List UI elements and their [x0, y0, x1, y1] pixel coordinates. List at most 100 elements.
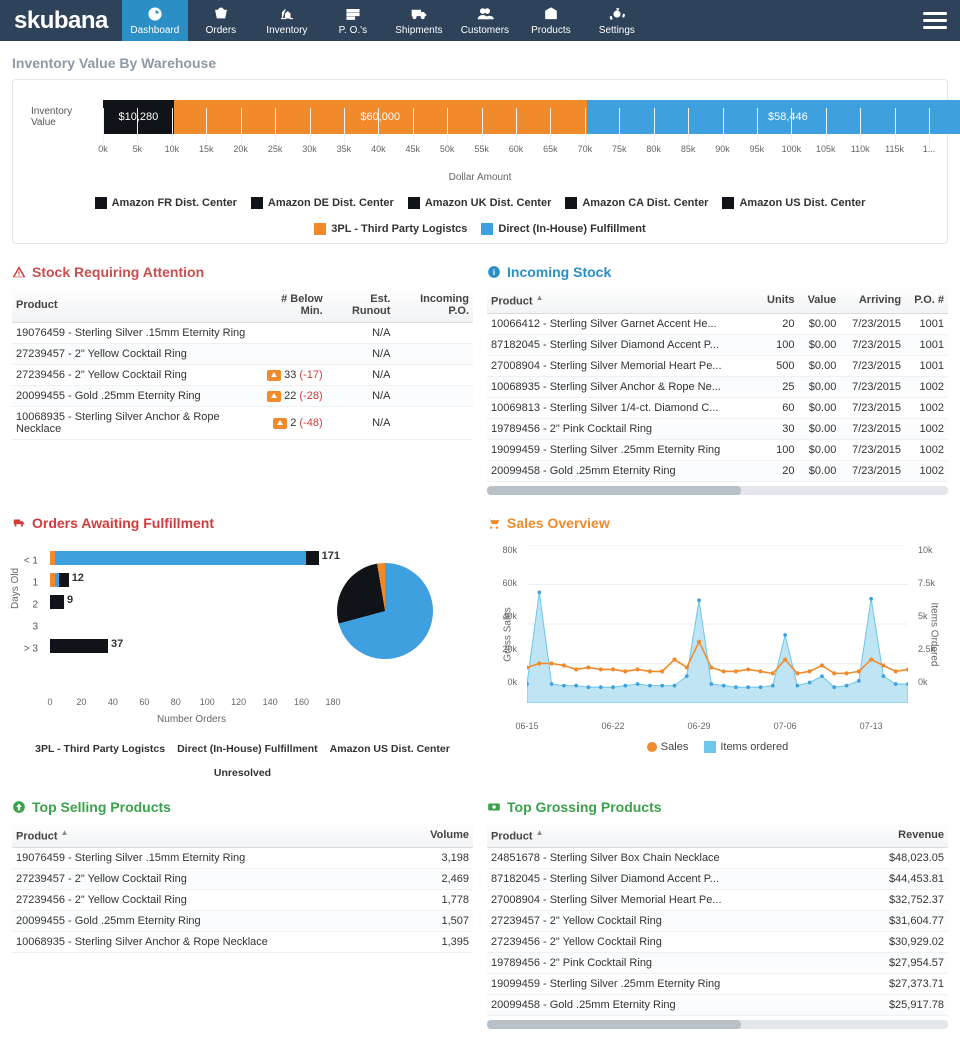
svg-text:i: i [493, 268, 495, 277]
orders-icon [212, 5, 230, 23]
panel-title-incoming-stock: i Incoming Stock [487, 264, 948, 280]
sales-legend: Sales Items ordered [487, 741, 948, 753]
ivw-segment: $58,446 [587, 100, 960, 134]
ivw-xaxis-title: Dollar Amount [31, 172, 929, 183]
table-row[interactable]: 27239456 - 2" Yellow Cocktail Ring33 (-1… [12, 365, 473, 386]
table-scrollbar[interactable] [487, 486, 948, 495]
nav-orders[interactable]: Orders [188, 0, 254, 41]
legend-item: Amazon UK Dist. Center [408, 197, 552, 209]
orders-legend: 3PL - Third Party LogistcsDirect (In-Hou… [12, 743, 473, 779]
panel-title-inventory-value: Inventory Value By Warehouse [12, 55, 948, 71]
legend-item: Direct (In-House) Fulfillment [481, 223, 645, 235]
table-row[interactable]: 27239457 - 2" Yellow Cocktail Ring2,469 [12, 869, 473, 890]
table-incoming-stock: Product ▲ Units Value Arriving P.O. # 10… [487, 288, 948, 482]
warning-icon [267, 370, 281, 381]
table-row[interactable]: 20099458 - Gold .25mm Eternity Ring20$0.… [487, 460, 948, 481]
table-row[interactable]: 27239456 - 2" Yellow Cocktail Ring$30,92… [487, 932, 948, 953]
orders-awaiting-chart: Days Old < 1123> 3 17112937 020406080100… [12, 539, 473, 739]
col-value[interactable]: Value [799, 288, 841, 313]
table-row[interactable]: 19076459 - Sterling Silver .15mm Eternit… [12, 848, 473, 869]
table-row[interactable]: 10068935 - Sterling Silver Anchor & Rope… [12, 932, 473, 953]
products-icon [542, 5, 560, 23]
nav-shipments[interactable]: Shipments [386, 0, 452, 41]
table-row[interactable]: 10068935 - Sterling Silver Anchor & Rope… [487, 376, 948, 397]
table-stock-attention: Product # Below Min. Est. Runout Incomin… [12, 288, 473, 440]
table-row[interactable]: 27008904 - Sterling Silver Memorial Hear… [487, 355, 948, 376]
col-below-min[interactable]: # Below Min. [255, 288, 327, 323]
cart-icon [487, 516, 501, 530]
table-row[interactable]: 19789456 - 2" Pink Cocktail Ring$27,954.… [487, 953, 948, 974]
legend-item: Amazon US Dist. Center [722, 197, 865, 209]
table-row[interactable]: 27239457 - 2" Yellow Cocktail RingN/A [12, 344, 473, 365]
p. o.'s-icon [344, 5, 362, 23]
nav-p-o-s[interactable]: P. O.'s [320, 0, 386, 41]
money-icon [487, 800, 501, 814]
nav-dashboard[interactable]: Dashboard [122, 0, 188, 41]
orders-pie-chart [337, 563, 433, 659]
truck-icon [12, 516, 26, 530]
table-row[interactable]: 19099459 - Sterling Silver .25mm Eternit… [487, 974, 948, 995]
sales-overview-chart: Gross SalesItems Ordered 80k60k40k20k0k1… [487, 539, 948, 739]
table-row[interactable]: 87182045 - Sterling Silver Diamond Accen… [487, 869, 948, 890]
arrow-up-icon [12, 800, 26, 814]
col-product[interactable]: Product ▲ [487, 288, 758, 313]
panel-title-stock-attention: Stock Requiring Attention [12, 264, 473, 280]
table-row[interactable]: 24851678 - Sterling Silver Box Chain Nec… [487, 848, 948, 869]
ivw-segment: $60,000 [174, 100, 587, 134]
settings-icon [608, 5, 626, 23]
menu-icon[interactable] [910, 0, 960, 41]
table-row[interactable]: 10068935 - Sterling Silver Anchor & Rope… [12, 407, 473, 440]
dashboard-icon [146, 5, 164, 23]
table-row[interactable]: 20099458 - Gold .25mm Eternity Ring$25,9… [487, 995, 948, 1016]
table-row[interactable]: 10066412 - Sterling Silver Garnet Accent… [487, 313, 948, 334]
warning-icon [273, 418, 287, 429]
col-units[interactable]: Units [758, 288, 798, 313]
table-row[interactable]: 20099455 - Gold .25mm Eternity Ring1,507 [12, 911, 473, 932]
table-scrollbar[interactable] [487, 1020, 948, 1029]
panel-title-orders-awaiting: Orders Awaiting Fulfillment [12, 515, 473, 531]
ivw-legend: Amazon FR Dist. Center Amazon DE Dist. Ce… [31, 197, 929, 235]
col-po[interactable]: P.O. # [905, 288, 948, 313]
customers-icon [476, 5, 494, 23]
col-product[interactable]: Product ▲ [12, 823, 403, 848]
nav-settings[interactable]: Settings [584, 0, 650, 41]
nav-inventory[interactable]: Inventory [254, 0, 320, 41]
inventory-value-chart: Inventory Value $10,280$60,000$58,446 0k… [12, 79, 948, 244]
inventory-icon [278, 5, 296, 23]
table-top-grossing: Product ▲ Revenue 24851678 - Sterling Si… [487, 823, 948, 1017]
warning-icon [12, 265, 26, 279]
info-icon: i [487, 265, 501, 279]
top-nav: DashboardOrdersInventoryP. O.'sShipments… [122, 0, 650, 41]
warning-icon [267, 391, 281, 402]
panel-title-top-grossing: Top Grossing Products [487, 799, 948, 815]
table-top-selling: Product ▲ Volume 19076459 - Sterling Sil… [12, 823, 473, 954]
table-row[interactable]: 19099459 - Sterling Silver .25mm Eternit… [487, 439, 948, 460]
table-row[interactable]: 87182045 - Sterling Silver Diamond Accen… [487, 334, 948, 355]
table-row[interactable]: 20099455 - Gold .25mm Eternity Ring22 (-… [12, 386, 473, 407]
col-incoming-po[interactable]: Incoming P.O. [394, 288, 473, 323]
table-row[interactable]: 19789456 - 2" Pink Cocktail Ring30$0.007… [487, 418, 948, 439]
legend-item: Amazon FR Dist. Center [95, 197, 237, 209]
topbar: skubana DashboardOrdersInventoryP. O.'sS… [0, 0, 960, 41]
col-volume[interactable]: Volume [403, 823, 474, 848]
table-row[interactable]: 27239457 - 2" Yellow Cocktail Ring$31,60… [487, 911, 948, 932]
legend-item: 3PL - Third Party Logistcs [314, 223, 467, 235]
shipments-icon [410, 5, 428, 23]
ivw-segment: $10,280 [103, 100, 174, 134]
col-product[interactable]: Product ▲ [487, 823, 852, 848]
nav-products[interactable]: Products [518, 0, 584, 41]
table-row[interactable]: 27239456 - 2" Yellow Cocktail Ring1,778 [12, 890, 473, 911]
col-product[interactable]: Product [12, 288, 255, 323]
table-row[interactable]: 27008904 - Sterling Silver Memorial Hear… [487, 890, 948, 911]
table-row[interactable]: 10069813 - Sterling Silver 1/4-ct. Diamo… [487, 397, 948, 418]
panel-title-top-selling: Top Selling Products [12, 799, 473, 815]
legend-item: Amazon CA Dist. Center [565, 197, 708, 209]
ivw-row-label: Inventory Value [31, 106, 91, 128]
col-arriving[interactable]: Arriving [840, 288, 905, 313]
col-est-runout[interactable]: Est. Runout [327, 288, 395, 323]
nav-customers[interactable]: Customers [452, 0, 518, 41]
brand-logo: skubana [0, 0, 122, 41]
table-row[interactable]: 19076459 - Sterling Silver .15mm Eternit… [12, 323, 473, 344]
legend-item: Amazon DE Dist. Center [251, 197, 394, 209]
col-revenue[interactable]: Revenue [852, 823, 948, 848]
